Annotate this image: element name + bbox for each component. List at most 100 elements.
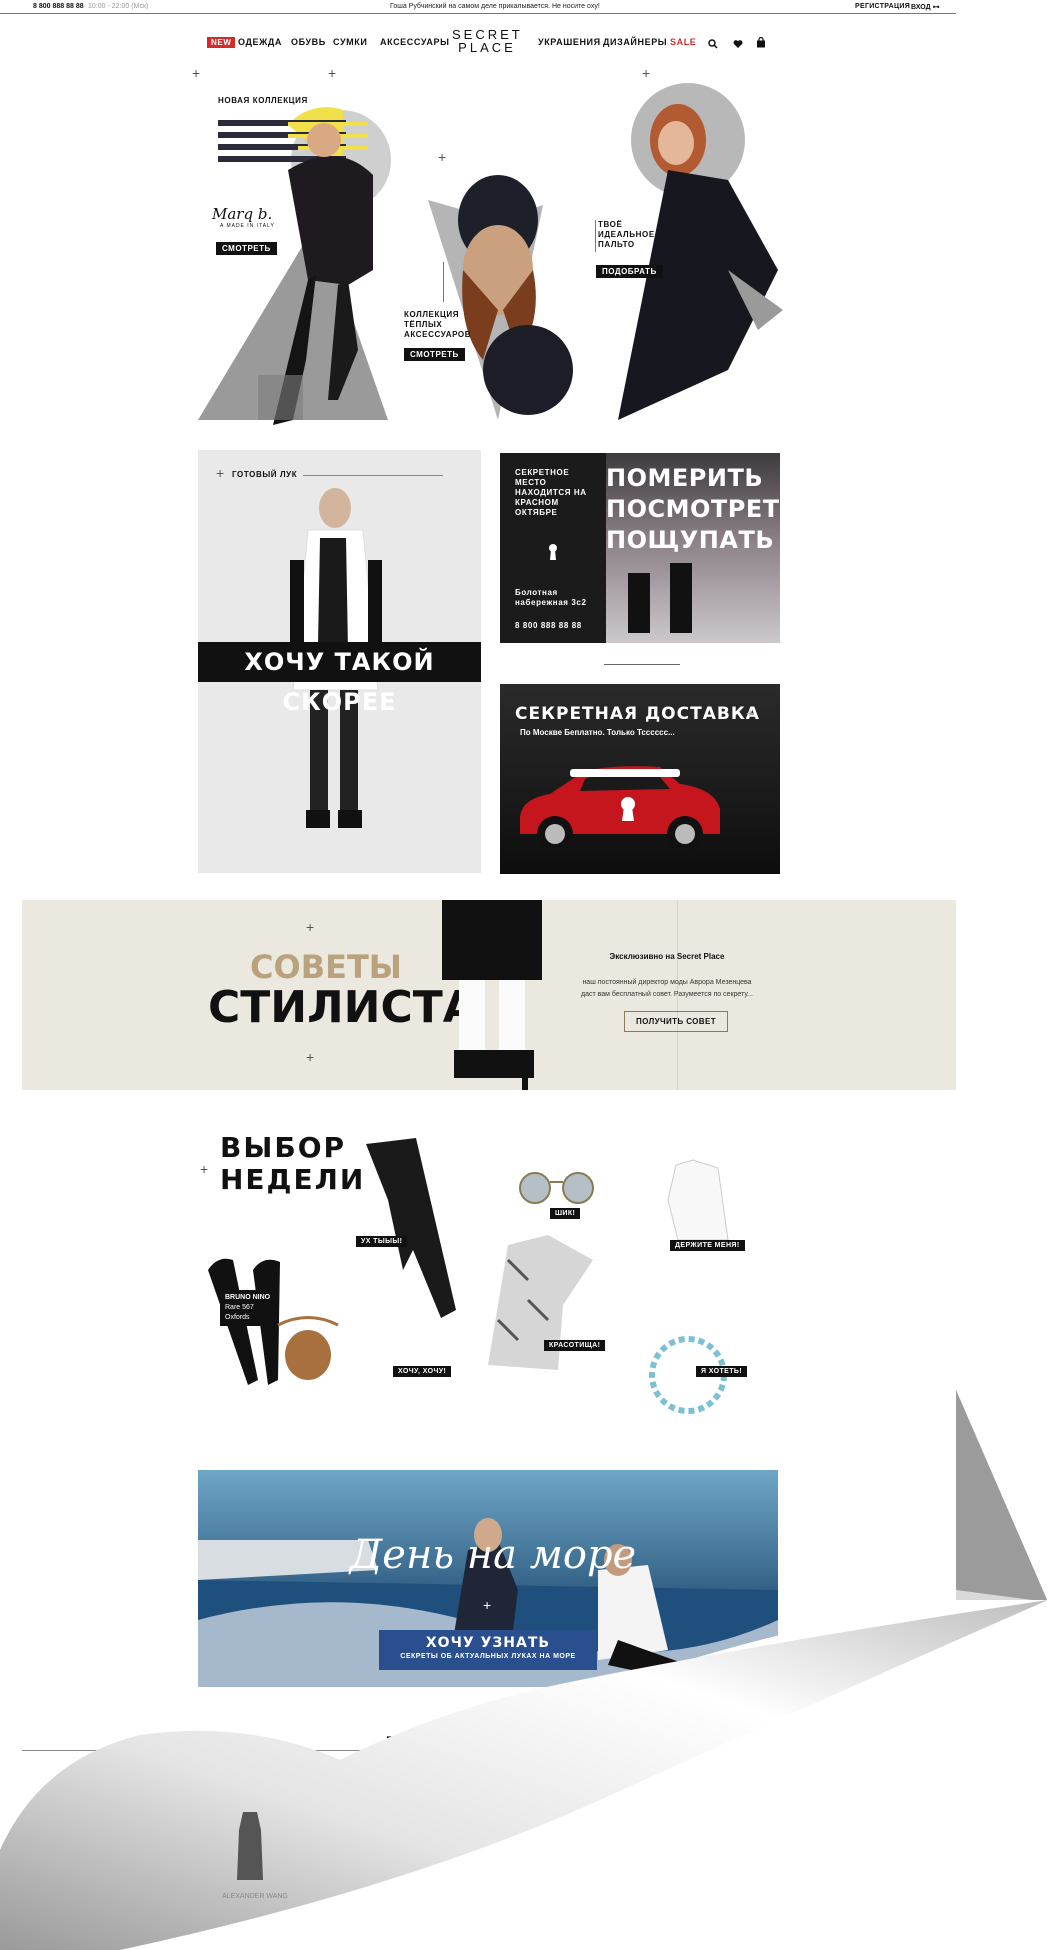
nav-item-sale[interactable]: SALE bbox=[670, 37, 696, 47]
product-tag-necklace[interactable]: ХОЧУ, ХОЧУ! bbox=[393, 1366, 452, 1377]
product-tag-pants[interactable]: УХ ТЫЫЫ! bbox=[356, 1236, 408, 1247]
new-badge: NEW bbox=[207, 37, 236, 48]
plus-icon: + bbox=[746, 705, 755, 721]
new-collection-label: НОВАЯ КОЛЛЕКЦИЯ bbox=[218, 96, 308, 105]
designer-name[interactable]: ALEXANDER WANG bbox=[222, 1893, 288, 1900]
store-pedestal bbox=[670, 563, 692, 633]
stylist-word-1: СОВЕТЫ bbox=[250, 948, 402, 986]
site-logo[interactable]: SECRET PLACE bbox=[452, 28, 522, 54]
nav-item-designers[interactable]: ДИЗАЙНЕРЫ bbox=[603, 37, 667, 47]
topbar-hours: 10:00 - 22:00 (Мск) bbox=[88, 3, 149, 10]
delivery-car-image bbox=[520, 766, 720, 852]
divider-line bbox=[22, 1750, 372, 1751]
login-label: ВХОД bbox=[911, 4, 931, 11]
sea-banner[interactable]: День на море + ХОЧУ УЗНАТЬ СЕКРЕТЫ ОБ АК… bbox=[198, 1470, 778, 1687]
delivery-subtitle: По Москве Беплатно. Только Тсссссс... bbox=[520, 728, 675, 737]
coat-line-2: ИДЕАЛЬНОЕ bbox=[598, 230, 655, 239]
topbar-message: Гоша Рубчинский на самом деле прикалывае… bbox=[390, 3, 600, 10]
warm-line-3: АКСЕССУАРОВ bbox=[404, 330, 472, 339]
select-coat-button[interactable]: ПОДОБРАТЬ bbox=[596, 265, 663, 278]
store-line-4: КРАСНОМ bbox=[515, 498, 559, 507]
stylist-banner[interactable]: + + СОВЕТЫ СТИЛИСТА Эксклюзивно на Secre… bbox=[22, 900, 956, 1090]
login-link[interactable]: ВХОД ⊶ bbox=[911, 3, 940, 11]
store-pedestal bbox=[628, 573, 650, 633]
nav-item-accessories[interactable]: АКСЕССУАРЫ bbox=[380, 37, 450, 47]
watch-warm-button[interactable]: СМОТРЕТЬ bbox=[404, 348, 465, 361]
store-line-1: СЕКРЕТНОЕ bbox=[515, 468, 570, 477]
store-headline-2: ПОСМОТРЕТЬ bbox=[606, 495, 780, 523]
brand-subtitle: A MADE IN ITALY bbox=[220, 223, 275, 229]
store-line-2: МЕСТО bbox=[515, 478, 547, 487]
key-icon: ⊶ bbox=[932, 4, 940, 11]
store-address: Болотная набережная 3с2 bbox=[515, 588, 587, 608]
ready-look-card[interactable]: + ГОТОВЫЙ ЛУК ХОЧУ ТАКОЙ СКОРЕЕ bbox=[198, 450, 481, 873]
plus-icon: + bbox=[642, 65, 651, 81]
divider-line bbox=[443, 262, 444, 302]
want-know-subtitle: СЕКРЕТЫ ОБ АКТУАЛЬНЫХ ЛУКАХ НА МОРЕ bbox=[400, 1653, 576, 1660]
want-know-button[interactable]: ХОЧУ УЗНАТЬ СЕКРЕТЫ ОБ АКТУАЛЬНЫХ ЛУКАХ … bbox=[379, 1630, 597, 1670]
nav-item-shoes[interactable]: ОБУВЬ bbox=[291, 37, 326, 47]
coat-line-3: ПАЛЬТО bbox=[598, 240, 635, 249]
hero-section: + + + + НОВАЯ КОЛЛЕКЦИЯ Marq b. A MADE I… bbox=[192, 66, 798, 430]
product-tag-shirt[interactable]: ДЕРЖИТЕ МЕНЯ! bbox=[670, 1240, 745, 1251]
nav-new-badge[interactable]: NEW bbox=[207, 37, 236, 48]
plus-icon: + bbox=[328, 65, 337, 81]
ready-look-label: ГОТОВЫЙ ЛУК bbox=[232, 470, 298, 479]
watch-collection-button[interactable]: СМОТРЕТЬ bbox=[216, 242, 277, 255]
register-link[interactable]: РЕГИСТРАЦИЯ bbox=[855, 3, 910, 10]
plus-icon: + bbox=[216, 465, 225, 481]
shoe-brand: BRUNO NINO bbox=[225, 1294, 271, 1301]
stylist-exclusive: Эксклюзивно на Secret Place bbox=[609, 952, 725, 961]
nav-item-clothing[interactable]: ОДЕЖДА bbox=[238, 37, 282, 47]
divider-line bbox=[595, 220, 596, 252]
warm-accessories-text: КОЛЛЕКЦИЯ ТЁПЛЫХ АКСЕССУАРОВ bbox=[404, 310, 471, 340]
divider-line bbox=[303, 475, 443, 476]
product-tag-bracelet[interactable]: Я ХОТЕТЬ! bbox=[696, 1366, 748, 1377]
divider-line bbox=[604, 664, 680, 665]
want-look-button[interactable]: ХОЧУ ТАКОЙ СКОРЕЕ bbox=[198, 642, 481, 716]
topbar-phone[interactable]: 8 800 888 88 88 bbox=[33, 3, 84, 10]
ideal-coat-text: ТВОЁ ИДЕАЛЬНОЕ ПАЛЬТО bbox=[598, 220, 655, 250]
nav-item-bags[interactable]: СУМКИ bbox=[333, 37, 367, 47]
logo-line-2: PLACE bbox=[458, 40, 516, 55]
want-know-label: ХОЧУ УЗНАТЬ bbox=[425, 1635, 551, 1651]
search-icon[interactable] bbox=[708, 36, 718, 49]
shoe-type: Oxfords bbox=[225, 1314, 250, 1321]
store-address-line-2: набережная 3с2 bbox=[515, 598, 587, 607]
keyhole-icon bbox=[548, 543, 558, 561]
store-address-line-1: Болотная bbox=[515, 588, 558, 597]
plus-icon: + bbox=[483, 1597, 492, 1613]
hero-artwork bbox=[198, 83, 783, 425]
store-card[interactable]: СЕКРЕТНОЕ МЕСТО НАХОДИТСЯ НА КРАСНОМ ОКТ… bbox=[500, 453, 780, 643]
store-phone[interactable]: 8 800 888 88 88 bbox=[515, 621, 582, 631]
warm-line-2: ТЁПЛЫХ bbox=[404, 320, 443, 329]
brand-logo: Marq b. bbox=[212, 205, 273, 223]
shoe-info-tooltip[interactable]: BRUNO NINO Rare 567 Oxfords bbox=[220, 1290, 276, 1326]
store-headline-3: ПОЩУПАТЬ bbox=[606, 526, 775, 554]
heart-icon[interactable] bbox=[733, 36, 743, 48]
shoe-model: Rare 567 bbox=[225, 1304, 254, 1311]
stylist-description: наш постоянный директор моды Аврора Мезе… bbox=[567, 977, 767, 1001]
stylist-legs-image bbox=[442, 900, 542, 1090]
delivery-title: СЕКРЕТНАЯ ДОСТАВКА bbox=[515, 704, 760, 724]
week-picks-section: + ВЫБОР НЕДЕЛИ УХ ТЫЫЫ! ШИК! ДЕРЖИТЕ МЕН… bbox=[198, 1130, 778, 1430]
product-tag-sunglasses[interactable]: ШИК! bbox=[550, 1208, 581, 1219]
bag-icon[interactable] bbox=[756, 35, 766, 48]
warm-line-1: КОЛЛЕКЦИЯ bbox=[404, 310, 460, 319]
stylist-description-line-1: наш постоянный директор моды Аврора Мезе… bbox=[582, 979, 752, 986]
store-line-5: ОКТЯБРЕ bbox=[515, 508, 558, 517]
nav-item-jewelry[interactable]: УКРАШЕНИЯ bbox=[538, 37, 601, 47]
get-advice-button[interactable]: ПОЛУЧИТЬ СОВЕТ bbox=[624, 1011, 728, 1032]
product-dress-image[interactable] bbox=[235, 1810, 265, 1885]
store-line-3: НАХОДИТСЯ НА bbox=[515, 488, 587, 497]
coat-line-1: ТВОЁ bbox=[598, 220, 623, 229]
plus-icon: + bbox=[438, 149, 447, 165]
store-headline-1: ПОМЕРИТЬ bbox=[606, 464, 764, 492]
store-secret-text: СЕКРЕТНОЕ МЕСТО НАХОДИТСЯ НА КРАСНОМ ОКТ… bbox=[515, 468, 587, 518]
product-tag-dress[interactable]: КРАСОТИЩА! bbox=[544, 1340, 606, 1351]
week-products-art bbox=[208, 1138, 729, 1414]
plus-icon: + bbox=[192, 65, 201, 81]
delivery-card[interactable]: СЕКРЕТНАЯ ДОСТАВКА + По Москве Беплатно.… bbox=[500, 684, 780, 874]
store-headline: ПОМЕРИТЬ ПОСМОТРЕТЬ ПОЩУПАТЬ bbox=[606, 463, 780, 556]
plus-icon: + bbox=[306, 1049, 315, 1065]
